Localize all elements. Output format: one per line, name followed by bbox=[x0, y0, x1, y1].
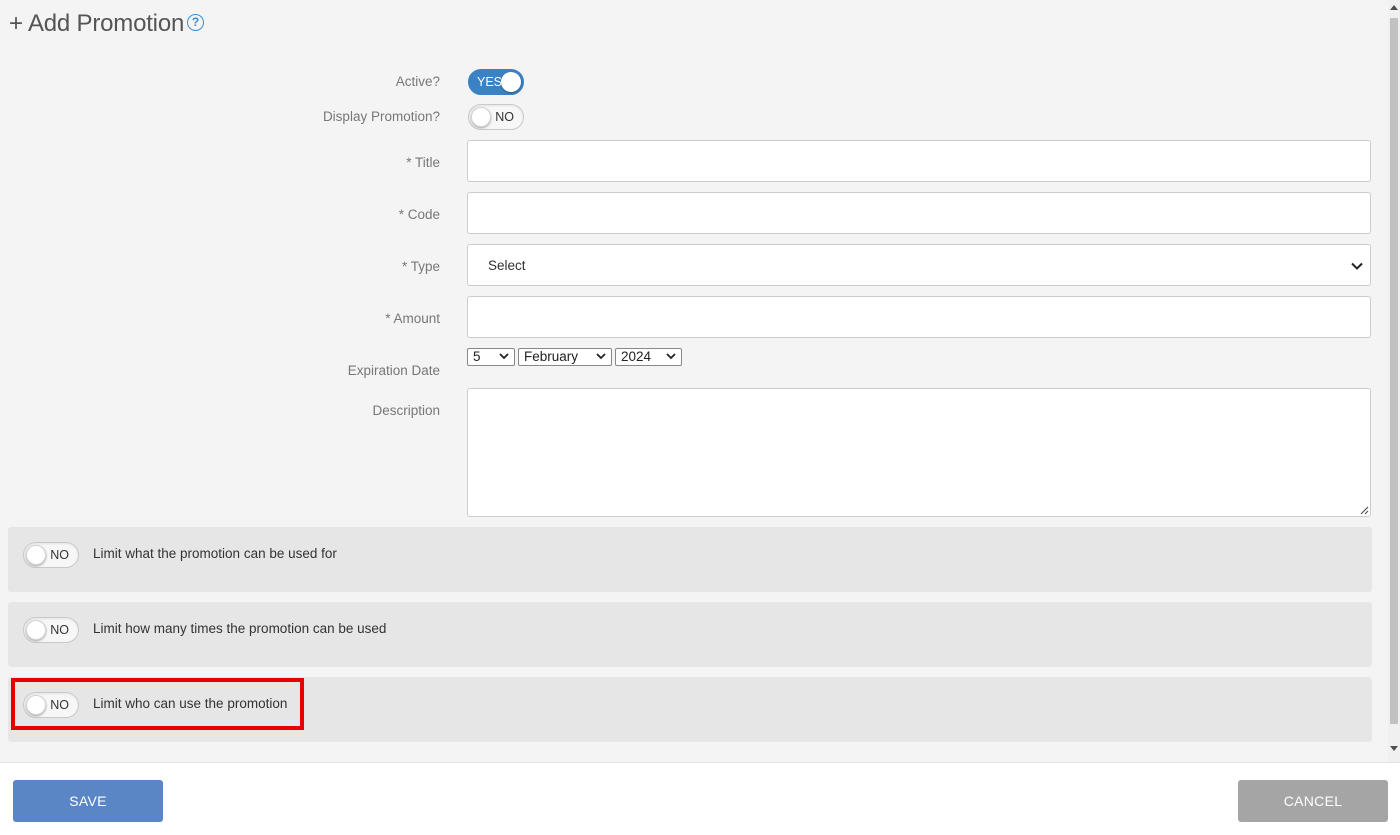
form-footer: SAVE CANCEL bbox=[0, 762, 1400, 835]
toggle-knob bbox=[26, 545, 46, 565]
limit-count-toggle-text: NO bbox=[50, 623, 69, 637]
expiration-date-label: Expiration Date bbox=[347, 363, 440, 378]
amount-label: * Amount bbox=[385, 311, 440, 326]
title-input[interactable] bbox=[467, 140, 1371, 182]
chevron-down-icon bbox=[596, 353, 606, 360]
active-label: Active? bbox=[395, 74, 440, 89]
description-label: Description bbox=[372, 403, 440, 418]
description-textarea[interactable] bbox=[467, 388, 1371, 517]
cancel-button[interactable]: CANCEL bbox=[1238, 780, 1388, 822]
display-promotion-label: Display Promotion? bbox=[322, 109, 440, 124]
expiration-day-select[interactable]: 5 bbox=[467, 348, 515, 366]
display-promotion-toggle-text: NO bbox=[495, 110, 514, 124]
resize-grip-icon[interactable] bbox=[1359, 505, 1369, 515]
title-label: * Title bbox=[406, 155, 440, 170]
limit-count-panel: NO Limit how many times the promotion ca… bbox=[8, 602, 1372, 667]
scrollbar-thumb[interactable] bbox=[1390, 18, 1398, 724]
chevron-down-icon bbox=[499, 353, 509, 360]
highlight-box bbox=[11, 678, 304, 730]
limit-count-toggle[interactable]: NO bbox=[23, 617, 79, 643]
expiration-month-select[interactable]: February bbox=[518, 348, 612, 366]
scroll-down-arrow-icon[interactable] bbox=[1390, 746, 1398, 752]
expiration-year-select[interactable]: 2024 bbox=[615, 348, 682, 366]
save-button[interactable]: SAVE bbox=[13, 780, 163, 822]
limit-usage-panel: NO Limit what the promotion can be used … bbox=[8, 527, 1372, 592]
page-title: + Add Promotion bbox=[9, 10, 185, 37]
limit-count-label: Limit how many times the promotion can b… bbox=[93, 621, 387, 636]
chevron-down-icon bbox=[666, 353, 676, 360]
toggle-knob bbox=[26, 620, 46, 640]
toggle-knob bbox=[471, 107, 491, 127]
expiration-month-value: February bbox=[524, 349, 579, 364]
promotion-form-area: + Add Promotion ? Active? YES Display Pr… bbox=[0, 0, 1388, 762]
active-toggle-text: YES bbox=[477, 75, 503, 89]
type-select[interactable]: Select bbox=[467, 244, 1371, 286]
toggle-knob bbox=[501, 72, 521, 92]
scroll-up-arrow-icon[interactable] bbox=[1390, 4, 1398, 10]
display-promotion-toggle[interactable]: NO bbox=[468, 104, 524, 130]
vertical-scrollbar[interactable] bbox=[1388, 0, 1400, 762]
type-select-value: Select bbox=[488, 258, 526, 273]
type-label: * Type bbox=[401, 259, 440, 274]
limit-usage-toggle[interactable]: NO bbox=[23, 542, 79, 568]
limit-usage-label: Limit what the promotion can be used for bbox=[93, 546, 337, 561]
help-icon[interactable]: ? bbox=[187, 14, 204, 31]
active-toggle[interactable]: YES bbox=[468, 69, 524, 95]
expiration-year-value: 2024 bbox=[621, 349, 652, 364]
expiration-day-value: 5 bbox=[473, 349, 481, 364]
limit-usage-toggle-text: NO bbox=[50, 548, 69, 562]
code-input[interactable] bbox=[467, 192, 1371, 234]
code-label: * Code bbox=[398, 207, 440, 222]
chevron-down-icon bbox=[1351, 262, 1363, 270]
amount-input[interactable] bbox=[467, 296, 1371, 338]
